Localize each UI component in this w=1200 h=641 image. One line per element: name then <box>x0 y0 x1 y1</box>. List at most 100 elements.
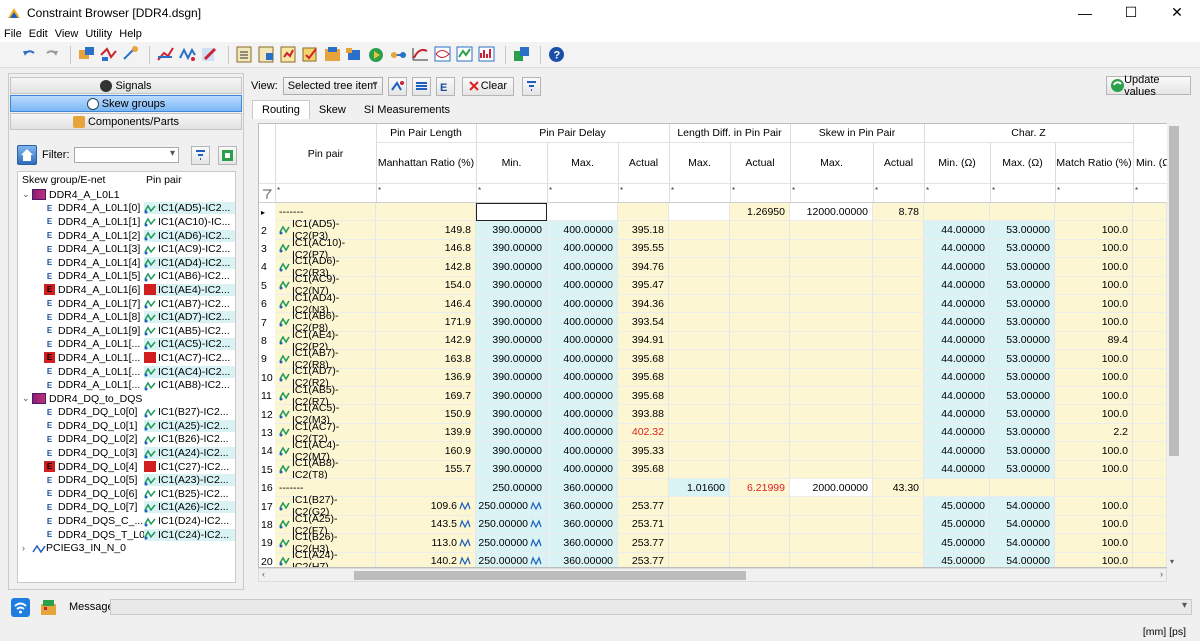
row-number[interactable]: 7 <box>259 313 275 332</box>
cell-zmin[interactable]: 45.00000 <box>924 552 990 567</box>
table-row[interactable]: 3 IC1(AC10)-IC2(P7) 146.8 390.00000 400.0000… <box>259 237 1167 261</box>
filter-options-icon[interactable] <box>218 145 237 165</box>
cell-zmin[interactable]: 44.00000 <box>924 387 990 406</box>
cell-overflow[interactable] <box>1133 313 1167 332</box>
cell-ratio[interactable]: 139.9 <box>376 423 476 443</box>
scroll-down-icon[interactable]: ▾ <box>1170 557 1174 566</box>
cell-ratio[interactable]: 150.9 <box>376 405 476 424</box>
cell-match[interactable]: 100.0 <box>1055 368 1133 387</box>
cell-ldmax[interactable] <box>669 497 730 516</box>
row-number[interactable]: 13 <box>259 423 275 443</box>
cell-skact[interactable]: 8.78 <box>873 203 924 222</box>
row-number[interactable]: 10 <box>259 368 275 387</box>
cell-zmax[interactable]: 53.00000 <box>990 313 1055 332</box>
cell-skact[interactable] <box>873 295 924 314</box>
cell-skact[interactable] <box>873 552 924 567</box>
cell-skmax[interactable] <box>790 276 873 295</box>
cell-overflow[interactable] <box>1133 203 1167 222</box>
cell-ldact[interactable] <box>730 276 790 295</box>
row-number[interactable]: 17 <box>259 497 275 516</box>
cell-dact[interactable]: 253.77 <box>618 534 669 553</box>
cell-zmax[interactable]: 53.00000 <box>990 258 1055 277</box>
header-delay-min[interactable]: Min. <box>476 142 547 183</box>
cell-ratio[interactable]: 113.0 <box>376 534 476 553</box>
cell-overflow[interactable] <box>1133 479 1167 498</box>
cell-dmax[interactable]: 360.00000 <box>547 534 618 553</box>
cell-dact[interactable]: 395.68 <box>618 368 669 387</box>
cell-dmin[interactable]: 390.00000 <box>476 387 547 406</box>
wifi-connection-icon[interactable] <box>11 597 30 617</box>
library-icon[interactable] <box>323 45 342 64</box>
cell-skact[interactable] <box>873 239 924 259</box>
menu-help[interactable]: Help <box>119 28 142 40</box>
cell-skmax[interactable] <box>790 258 873 277</box>
tree-item[interactable]: E DDR4_A_L0L1[4] IC1(AD4)-IC2... <box>18 256 235 270</box>
route-icon[interactable] <box>389 45 408 64</box>
menu-file[interactable]: File <box>4 28 22 40</box>
cell-skmax[interactable] <box>790 313 873 332</box>
expand-chevron-right-icon[interactable]: › <box>22 543 32 553</box>
table-row[interactable]: 14 IC1(AC4)-IC2(M7) 160.9 390.00000 400.0000… <box>259 439 1167 463</box>
topology-icon[interactable] <box>156 45 175 64</box>
net-edit-icon[interactable] <box>99 45 118 64</box>
tree-item[interactable]: E DDR4_A_L0L1[9] IC1(AB5)-IC2... <box>18 324 235 338</box>
cell-ldact[interactable] <box>730 331 790 351</box>
row-number[interactable]: 3 <box>259 239 275 259</box>
cell-skact[interactable] <box>873 460 924 479</box>
cell-zmax[interactable]: 53.00000 <box>990 295 1055 314</box>
cell-match[interactable]: 100.0 <box>1055 239 1133 259</box>
cell-zmin[interactable] <box>924 479 990 498</box>
cell-match[interactable]: 100.0 <box>1055 313 1133 332</box>
enet-icon[interactable]: E <box>435 76 455 96</box>
table-row[interactable]: 2 IC1(AD5)-IC2(P3) 149.8 390.00000 400.00000… <box>259 218 1167 242</box>
cell-match[interactable]: 100.0 <box>1055 350 1133 369</box>
cell-dmin[interactable]: 250.00000 <box>476 552 547 567</box>
cell-match[interactable]: 100.0 <box>1055 295 1133 314</box>
design-sync-icon[interactable] <box>39 598 58 617</box>
cell-overflow[interactable] <box>1133 258 1167 277</box>
cell-overflow[interactable] <box>1133 497 1167 516</box>
cell-ratio[interactable] <box>376 479 476 498</box>
row-number[interactable]: 5 <box>259 276 275 295</box>
cell-ldact[interactable] <box>730 405 790 424</box>
cell-ratio[interactable]: 146.4 <box>376 295 476 314</box>
cell-dmax[interactable]: 400.00000 <box>547 221 618 240</box>
cell-ratio[interactable]: 140.2 <box>376 552 476 567</box>
cell-ldmax[interactable] <box>669 442 730 461</box>
cell-overflow[interactable] <box>1133 350 1167 369</box>
tree-item[interactable]: ⌄ DDR4_A_L0L1 <box>18 188 235 202</box>
row-number[interactable]: 14 <box>259 442 275 461</box>
cell-dmax[interactable]: 400.00000 <box>547 276 618 295</box>
cell-zmax[interactable]: 53.00000 <box>990 350 1055 369</box>
cell-match[interactable]: 2.2 <box>1055 423 1133 443</box>
tree-item[interactable]: E DDR4_DQ_L0[7] IC1(A26)-IC2... <box>18 501 235 515</box>
menu-utility[interactable]: Utility <box>85 28 112 40</box>
net-wizard-icon[interactable] <box>121 45 140 64</box>
cell-skact[interactable] <box>873 497 924 516</box>
header-skew-max[interactable]: Max. <box>790 142 873 183</box>
redo-icon[interactable] <box>42 45 61 64</box>
cell-skmax[interactable] <box>790 350 873 369</box>
cell-pin[interactable]: IC1(AB8)-IC2(T8) <box>275 457 376 481</box>
cell-dmin[interactable]: 390.00000 <box>476 350 547 369</box>
cell-skmax[interactable] <box>790 552 873 567</box>
cell-zmax[interactable]: 53.00000 <box>990 423 1055 443</box>
cell-zmin[interactable]: 44.00000 <box>924 350 990 369</box>
cell-zmin[interactable]: 44.00000 <box>924 405 990 424</box>
tree-item[interactable]: E DDR4_A_L0L1[2] IC1(AD6)-IC2... <box>18 229 235 243</box>
cell-dact[interactable]: 253.77 <box>618 552 669 567</box>
table-row[interactable]: 6 IC1(AD4)-IC2(N3) 146.4 390.00000 400.00000… <box>259 292 1167 316</box>
tree-item[interactable]: E DDR4_DQS_T_L0 IC1(C24)-IC2... <box>18 528 235 542</box>
tree-item[interactable]: E DDR4_DQ_L0[6] IC1(B25)-IC2... <box>18 487 235 501</box>
cell-ldact[interactable] <box>730 497 790 516</box>
cell-dact[interactable]: 253.71 <box>618 515 669 535</box>
header-manhattan-ratio[interactable]: Manhattan Ratio (%) <box>376 142 476 183</box>
cell-ldact[interactable] <box>730 460 790 479</box>
cell-dmax[interactable]: 400.00000 <box>547 387 618 406</box>
cell-skmax[interactable]: 12000.00000 <box>790 203 873 222</box>
menu-edit[interactable]: Edit <box>29 28 48 40</box>
header-match-ratio[interactable]: Match Ratio (%) <box>1055 142 1133 183</box>
cell-pin[interactable]: IC1(A24)-IC2(H7) <box>275 549 376 567</box>
clear-button[interactable]: Clear <box>461 76 514 96</box>
cell-ratio[interactable]: 163.8 <box>376 350 476 369</box>
